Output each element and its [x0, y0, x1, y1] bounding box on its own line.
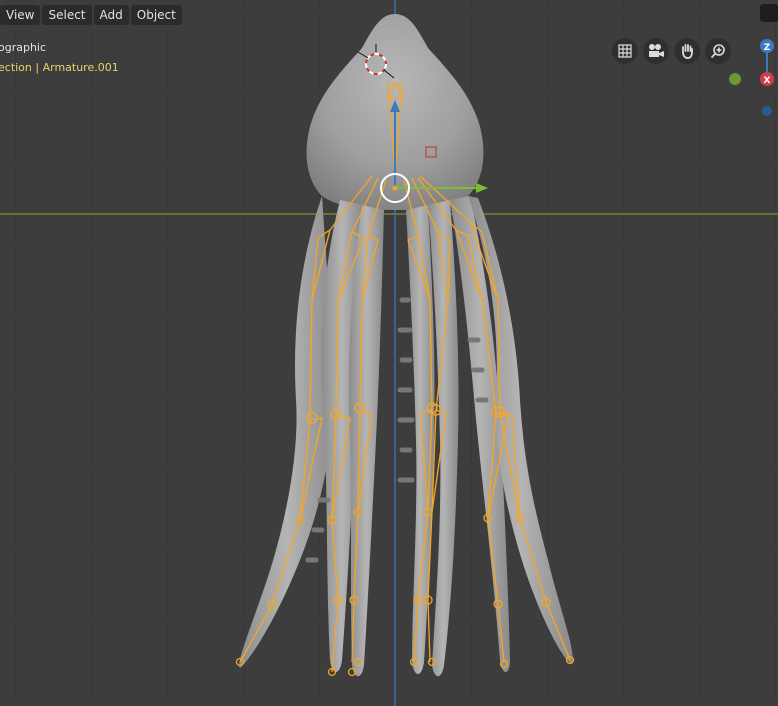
active-object-text: ection | Armature.001 [0, 61, 119, 74]
axis-gizmo[interactable]: Z X [725, 36, 778, 126]
z-axis-label: Z [764, 43, 771, 53]
navigation-tools [612, 38, 731, 64]
menu-add[interactable]: Add [93, 5, 129, 25]
menu-view[interactable]: View [0, 5, 41, 25]
menu-select[interactable]: Select [42, 5, 92, 25]
editor-type-icon[interactable] [760, 4, 778, 22]
viewport-canvas[interactable] [0, 0, 778, 706]
header-menu: View Select Add Object [0, 5, 182, 27]
viewport-info: ographic ection | Armature.001 [0, 38, 119, 78]
hand-icon[interactable] [674, 38, 700, 64]
y-axis-handle[interactable] [729, 73, 741, 85]
neg-z-axis-handle[interactable] [762, 106, 772, 116]
menu-object[interactable]: Object [130, 5, 182, 25]
3d-viewport[interactable]: View Select Add Object ographic ection |… [0, 0, 778, 706]
x-axis-label: X [764, 76, 771, 86]
camera-icon[interactable] [643, 38, 669, 64]
view-mode-text: ographic [0, 41, 47, 54]
grid-icon[interactable] [612, 38, 638, 64]
